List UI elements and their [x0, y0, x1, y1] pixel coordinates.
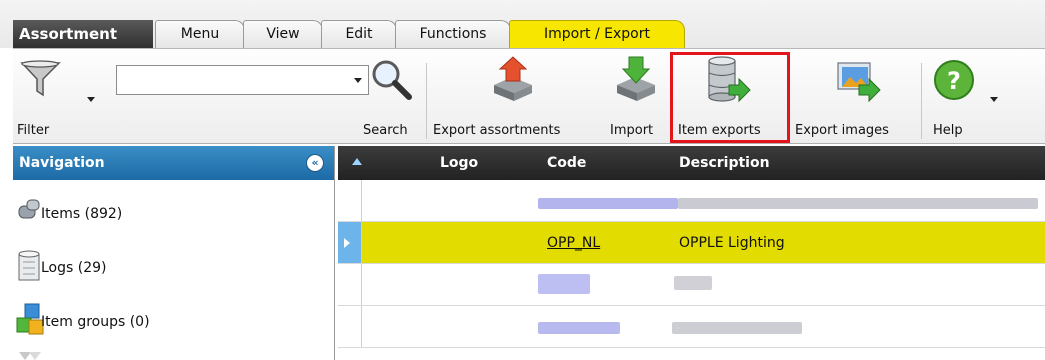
filter-dropdown-arrow[interactable]	[87, 97, 95, 102]
row-indicator[interactable]	[338, 180, 362, 221]
import-label[interactable]: Import	[610, 123, 653, 138]
redacted-code	[538, 322, 620, 334]
search-button-label[interactable]: Search	[363, 123, 408, 138]
app-title: Assortment	[13, 20, 153, 48]
export-images-label[interactable]: Export images	[795, 123, 889, 138]
tab-functions[interactable]: Functions	[395, 20, 511, 48]
row-code-link[interactable]: OPP_NL	[547, 222, 600, 264]
redacted-description	[678, 198, 1038, 209]
ribbon-toolbar: Filter Search Export assortments Import	[13, 48, 1045, 144]
tab-menu[interactable]: Menu	[155, 20, 245, 48]
filter-icon[interactable]	[19, 59, 63, 99]
redacted-code	[538, 198, 678, 209]
tab-bar: Assortment Menu View Edit Functions Impo…	[0, 0, 1045, 48]
table-row-selected[interactable]: OPP_NL OPPLE Lighting	[338, 222, 1045, 264]
row-indicator[interactable]	[338, 306, 362, 347]
nav-item-label: Item groups (0)	[41, 314, 150, 330]
items-grid: Logo Code Description OPP_NL OPPLE Light…	[338, 146, 1045, 360]
redacted-description	[674, 276, 712, 290]
app-window: Assortment Menu View Edit Functions Impo…	[0, 0, 1045, 360]
more-items-icon	[19, 352, 41, 360]
svg-text:?: ?	[947, 67, 961, 95]
column-header-code[interactable]: Code	[547, 146, 586, 180]
row-indicator[interactable]	[338, 264, 362, 305]
row-indicator[interactable]	[338, 222, 362, 263]
redacted-description	[672, 322, 802, 334]
export-assortments-label[interactable]: Export assortments	[433, 123, 560, 138]
navigation-panel: Navigation « Items (892) Logs (29) Item …	[13, 146, 335, 360]
collapse-icon[interactable]: «	[306, 154, 324, 172]
column-header-logo[interactable]: Logo	[440, 146, 478, 180]
grid-header: Logo Code Description	[338, 146, 1045, 180]
redacted-code	[538, 274, 590, 294]
row-description: OPPLE Lighting	[679, 235, 785, 251]
item-exports-highlight	[670, 52, 790, 143]
tab-import-export[interactable]: Import / Export	[509, 20, 685, 48]
navigation-header: Navigation «	[13, 146, 334, 180]
nav-item-item-groups[interactable]: Item groups (0)	[13, 302, 334, 342]
table-row[interactable]	[338, 180, 1045, 222]
sort-ascending-icon[interactable]	[352, 158, 362, 165]
tab-view[interactable]: View	[243, 20, 323, 48]
search-input[interactable]	[116, 65, 369, 95]
table-row[interactable]	[338, 264, 1045, 306]
filter-label: Filter	[17, 123, 50, 138]
help-label[interactable]: Help	[933, 123, 963, 138]
navigation-title: Navigation	[19, 155, 105, 171]
import-icon[interactable]	[613, 55, 659, 105]
nav-item-items[interactable]: Items (892)	[13, 194, 334, 234]
help-icon[interactable]: ?	[933, 59, 977, 103]
tab-edit[interactable]: Edit	[321, 20, 397, 48]
table-row[interactable]	[338, 306, 1045, 348]
nav-item-label: Items (892)	[41, 206, 123, 222]
export-assortments-icon[interactable]	[490, 55, 536, 105]
nav-item-label: Logs (29)	[41, 260, 107, 276]
export-images-icon[interactable]	[835, 59, 885, 105]
nav-item-logs[interactable]: Logs (29)	[13, 248, 334, 288]
help-dropdown-arrow[interactable]	[990, 97, 998, 102]
column-header-description[interactable]: Description	[679, 146, 770, 180]
chevron-down-icon[interactable]	[354, 78, 362, 83]
search-icon[interactable]	[369, 57, 415, 103]
